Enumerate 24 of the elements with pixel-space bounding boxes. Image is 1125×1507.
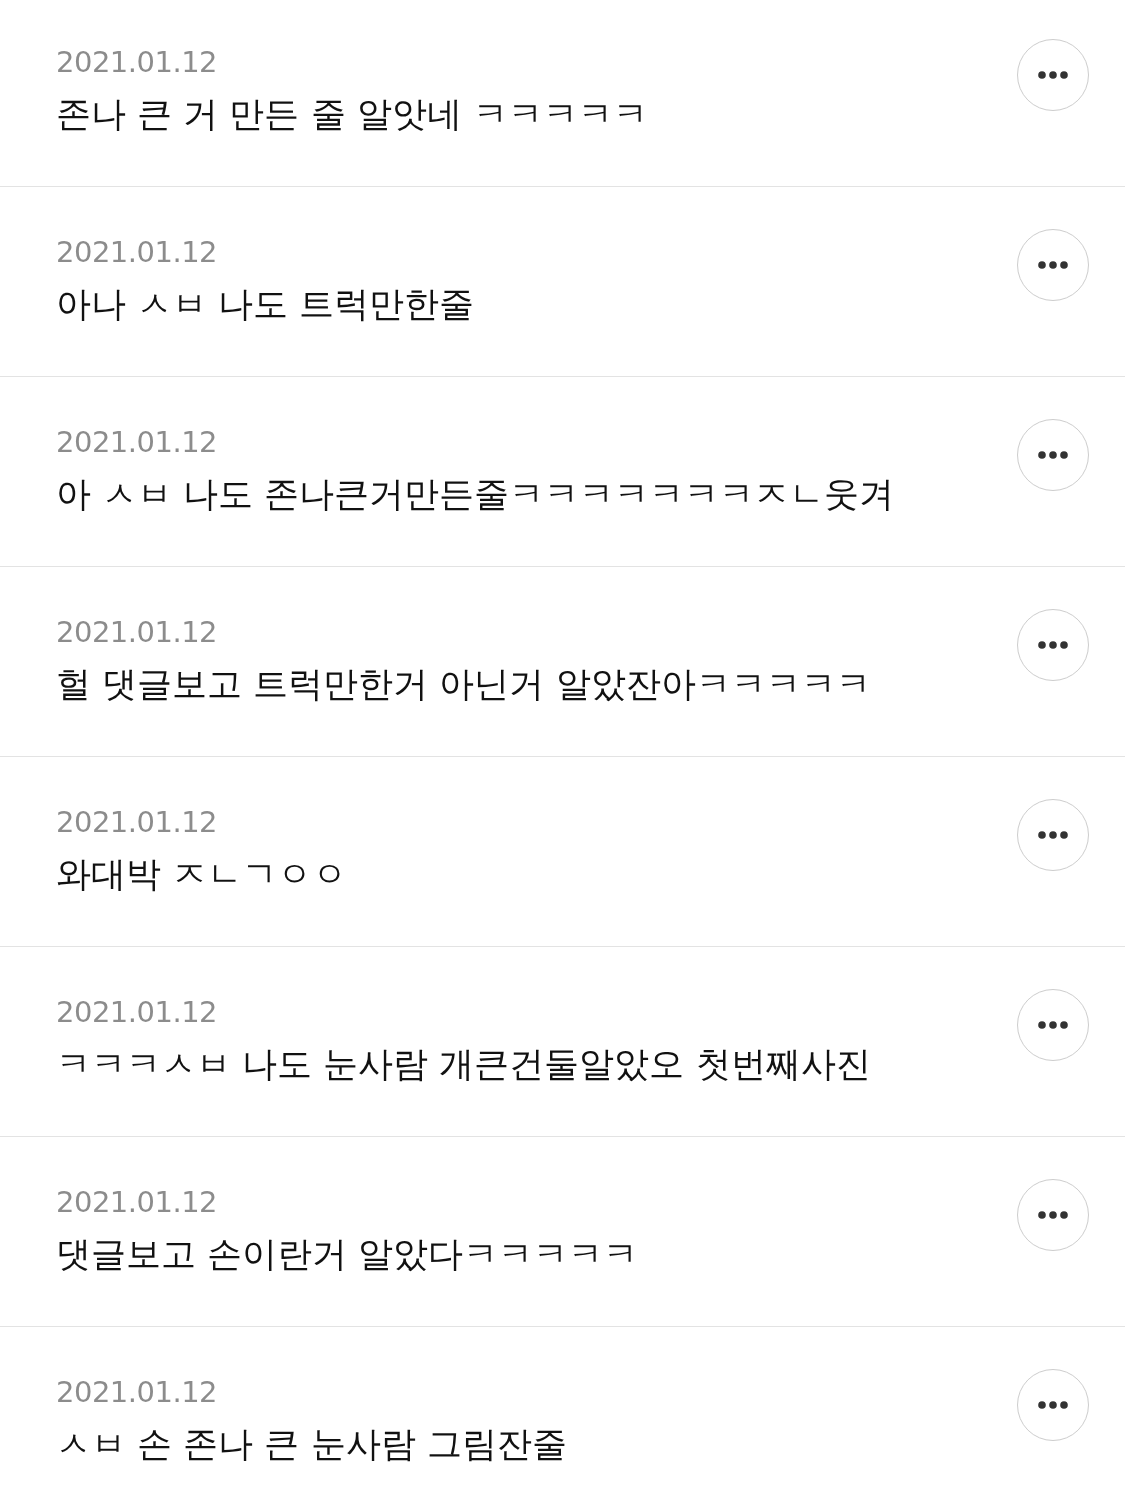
more-icon	[1038, 71, 1068, 79]
comment-text: 와대박 ㅈㄴㄱㅇㅇ	[56, 853, 348, 896]
more-icon	[1038, 1211, 1068, 1219]
comment-text: 헐 댓글보고 트럭만한거 아닌거 알았잔아ㅋㅋㅋㅋㅋ	[56, 663, 871, 706]
more-icon	[1038, 831, 1068, 839]
comment-date: 2021.01.12	[56, 1374, 218, 1410]
comment-text: 댓글보고 손이란거 알았다ㅋㅋㅋㅋㅋ	[56, 1233, 639, 1276]
more-icon	[1038, 1401, 1068, 1409]
comment-text: ㅅㅂ 손 존나 큰 눈사람 그림잔줄	[56, 1423, 567, 1466]
more-icon	[1038, 1021, 1068, 1029]
comment-date: 2021.01.12	[56, 994, 218, 1030]
comment-date: 2021.01.12	[56, 44, 218, 80]
comment-date: 2021.01.12	[56, 804, 218, 840]
comment-date: 2021.01.12	[56, 1184, 218, 1220]
comment-date: 2021.01.12	[56, 614, 218, 650]
comment-text: 존나 큰 거 만든 줄 알앗네 ㅋㅋㅋㅋㅋ	[56, 93, 648, 136]
more-icon	[1038, 261, 1068, 269]
comment-text: 아나 ㅅㅂ 나도 트럭만한줄	[56, 283, 475, 326]
more-icon	[1038, 451, 1068, 459]
comment-date: 2021.01.12	[56, 234, 218, 270]
comment-text: 아 ㅅㅂ 나도 존나큰거만든줄ㅋㅋㅋㅋㅋㅋㅋㅈㄴ웃겨	[56, 473, 895, 516]
more-icon	[1038, 641, 1068, 649]
comment-text: ㅋㅋㅋㅅㅂ 나도 눈사람 개큰건둘알았오 첫번째사진	[56, 1043, 871, 1086]
comment-date: 2021.01.12	[56, 424, 218, 460]
